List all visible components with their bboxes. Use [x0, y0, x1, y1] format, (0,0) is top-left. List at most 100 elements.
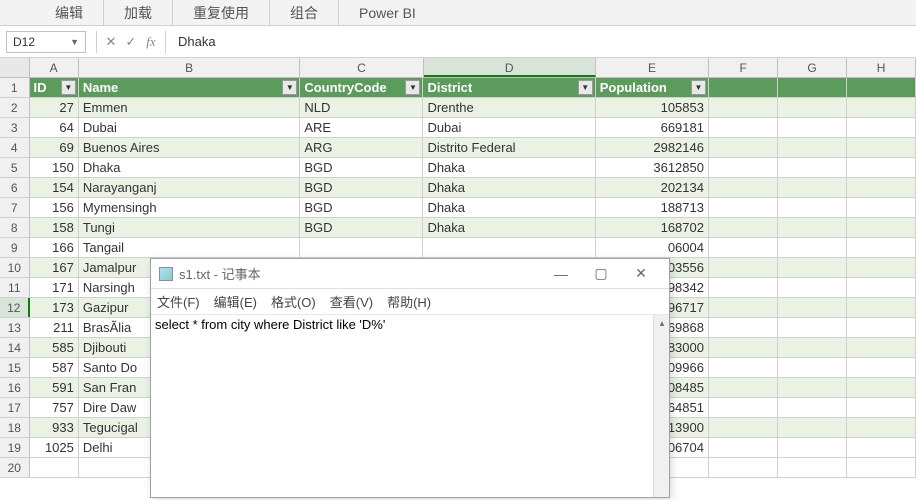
col-D[interactable]: D	[424, 58, 596, 77]
table-header-countrycode[interactable]: CountryCode▼	[300, 78, 423, 97]
cell[interactable]: 188713	[596, 198, 709, 217]
col-H[interactable]: H	[847, 58, 916, 77]
cell[interactable]	[423, 238, 595, 257]
cell[interactable]: Dubai	[79, 118, 300, 137]
cell[interactable]	[709, 158, 778, 177]
row-header[interactable]: 5	[0, 158, 30, 177]
cell[interactable]: Distrito Federal	[423, 138, 595, 157]
cell[interactable]: BGD	[300, 158, 423, 177]
cell[interactable]: 166	[30, 238, 79, 257]
cell[interactable]: 69	[30, 138, 79, 157]
notepad-scrollbar[interactable]: ▴	[653, 315, 669, 497]
cell[interactable]: NLD	[300, 98, 423, 117]
cell[interactable]: ARG	[300, 138, 423, 157]
cell[interactable]	[847, 198, 916, 217]
cell[interactable]: Emmen	[79, 98, 300, 117]
cell[interactable]: 591	[30, 378, 79, 397]
cell[interactable]	[847, 318, 916, 337]
cell[interactable]: Tungi	[79, 218, 300, 237]
cell[interactable]	[847, 358, 916, 377]
cell[interactable]	[709, 218, 778, 237]
ribbon-combine[interactable]: 组合	[270, 0, 339, 26]
notepad-window[interactable]: s1.txt - 记事本 — ▢ ✕ 文件(F) 编辑(E) 格式(O) 查看(…	[150, 258, 670, 498]
row-header[interactable]: 9	[0, 238, 30, 257]
cell[interactable]: 167	[30, 258, 79, 277]
cell[interactable]	[778, 198, 847, 217]
cell[interactable]: 757	[30, 398, 79, 417]
cell[interactable]	[300, 238, 423, 257]
table-header-id[interactable]: ID▼	[30, 78, 79, 97]
cell[interactable]	[778, 278, 847, 297]
cell[interactable]	[847, 178, 916, 197]
cell[interactable]	[778, 158, 847, 177]
cell[interactable]	[847, 298, 916, 317]
cell[interactable]	[778, 238, 847, 257]
filter-dropdown-icon[interactable]: ▼	[405, 80, 420, 95]
cell[interactable]: 06004	[596, 238, 709, 257]
cell[interactable]	[778, 398, 847, 417]
filter-dropdown-icon[interactable]: ▼	[691, 80, 706, 95]
cell[interactable]: 669181	[596, 118, 709, 137]
maximize-button[interactable]: ▢	[581, 265, 621, 282]
cell[interactable]: BGD	[300, 178, 423, 197]
cell[interactable]: Dubai	[423, 118, 595, 137]
cell[interactable]: 64	[30, 118, 79, 137]
cell[interactable]	[847, 278, 916, 297]
notepad-textarea[interactable]: select * from city where District like '…	[151, 315, 669, 497]
cell[interactable]	[847, 138, 916, 157]
cell[interactable]	[709, 458, 778, 477]
cell[interactable]	[709, 258, 778, 277]
ribbon-load[interactable]: 加载	[104, 0, 173, 26]
cell[interactable]: 154	[30, 178, 79, 197]
table-header-name[interactable]: Name▼	[79, 78, 300, 97]
scroll-up-icon[interactable]: ▴	[654, 315, 670, 331]
cell[interactable]: 173	[30, 298, 79, 317]
cell[interactable]	[709, 178, 778, 197]
cell[interactable]: Dhaka	[79, 158, 300, 177]
cell[interactable]	[847, 98, 916, 117]
cell[interactable]	[709, 338, 778, 357]
cell[interactable]: 27	[30, 98, 79, 117]
cell[interactable]	[709, 278, 778, 297]
row-header[interactable]: 6	[0, 178, 30, 197]
cell[interactable]	[847, 158, 916, 177]
cell[interactable]: 171	[30, 278, 79, 297]
cell[interactable]: 933	[30, 418, 79, 437]
name-box[interactable]: D12 ▼	[6, 31, 86, 53]
menu-format[interactable]: 格式(O)	[271, 292, 316, 311]
notepad-titlebar[interactable]: s1.txt - 记事本 — ▢ ✕	[151, 259, 669, 289]
ribbon-edit[interactable]: 编辑	[35, 0, 104, 26]
filter-dropdown-icon[interactable]: ▼	[282, 80, 297, 95]
row-header[interactable]: 2	[0, 98, 30, 117]
formula-input[interactable]: Dhaka	[170, 34, 916, 49]
cell[interactable]: 587	[30, 358, 79, 377]
cell[interactable]	[709, 398, 778, 417]
cell[interactable]: Buenos Aires	[79, 138, 300, 157]
cell[interactable]: Tangail	[79, 238, 300, 257]
row-header[interactable]: 20	[0, 458, 30, 477]
cell[interactable]	[847, 118, 916, 137]
table-header-district[interactable]: District▼	[423, 78, 595, 97]
cell[interactable]	[709, 418, 778, 437]
cell[interactable]	[709, 358, 778, 377]
row-header[interactable]: 13	[0, 318, 30, 337]
row-header[interactable]: 3	[0, 118, 30, 137]
row-header[interactable]: 1	[0, 78, 30, 97]
cell[interactable]: Dhaka	[423, 178, 595, 197]
confirm-icon[interactable]: ✓	[121, 34, 141, 50]
cell[interactable]: 2982146	[596, 138, 709, 157]
cell[interactable]	[709, 118, 778, 137]
cell[interactable]	[778, 78, 847, 97]
cell[interactable]: 158	[30, 218, 79, 237]
ribbon-reuse[interactable]: 重复使用	[173, 0, 270, 26]
cell[interactable]	[847, 398, 916, 417]
cell[interactable]: Dhaka	[423, 158, 595, 177]
cell[interactable]: Mymensingh	[79, 198, 300, 217]
row-header[interactable]: 14	[0, 338, 30, 357]
cell[interactable]	[778, 218, 847, 237]
cell[interactable]	[847, 458, 916, 477]
menu-help[interactable]: 帮助(H)	[387, 292, 431, 311]
cell[interactable]	[709, 318, 778, 337]
table-header-population[interactable]: Population▼	[596, 78, 709, 97]
cell[interactable]: 585	[30, 338, 79, 357]
